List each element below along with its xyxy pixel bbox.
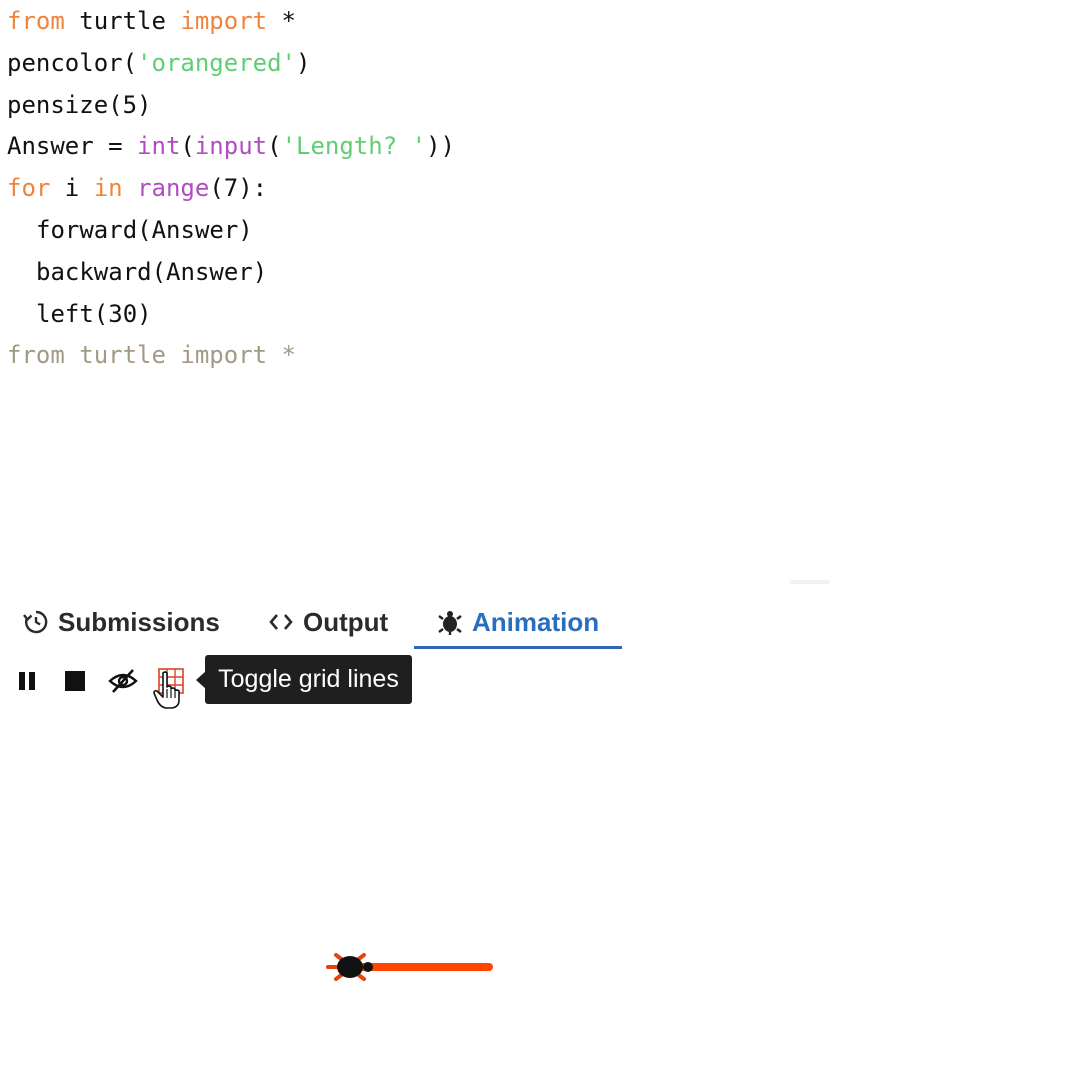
code-token: from: [7, 7, 65, 35]
turtle-canvas[interactable]: [0, 710, 1080, 1080]
code-editor[interactable]: from turtle import * pencolor('orangered'…: [7, 0, 827, 376]
tab-animation-label: Animation: [472, 606, 600, 637]
tab-output[interactable]: Output: [268, 596, 388, 648]
stop-icon: [65, 671, 85, 691]
code-token: i: [50, 174, 94, 203]
code-token: )): [426, 132, 455, 161]
tooltip: Toggle grid lines: [205, 655, 412, 704]
code-token: forward(Answer): [36, 215, 253, 244]
code-token: turtle: [64, 7, 181, 35]
tab-submissions-label: Submissions: [58, 606, 220, 637]
code-token: left(30): [36, 299, 152, 328]
eye-off-icon: [108, 669, 138, 693]
code-line: for i in range(7):: [7, 167, 827, 209]
code-token: import: [180, 7, 268, 35]
stop-button[interactable]: [58, 664, 92, 698]
active-tab-indicator: [414, 646, 622, 649]
turtle-icon: [326, 953, 373, 981]
pause-icon: [19, 672, 35, 690]
code-icon: [268, 609, 294, 635]
tab-bar: Submissions Output Animation: [0, 596, 640, 650]
code-token: from turtle import *: [7, 341, 296, 370]
code-token: in: [93, 174, 123, 203]
code-line: pensize(5): [7, 84, 827, 126]
hide-turtle-button[interactable]: [106, 664, 140, 698]
code-token: 'Length? ': [281, 132, 427, 161]
pause-button[interactable]: [10, 664, 44, 698]
code-token: input: [194, 132, 268, 161]
code-token: backward(Answer): [36, 257, 268, 286]
code-token: Answer =: [7, 132, 138, 161]
code-token: pensize(5): [7, 90, 152, 119]
code-line: Answer = int(input('Length? ')): [7, 125, 827, 167]
drawing-surface: [326, 953, 493, 981]
code-token: 'orangered': [137, 48, 296, 77]
code-line: forward(Answer): [7, 209, 827, 251]
history-icon: [23, 609, 49, 635]
code-line: from turtle import *: [7, 334, 827, 376]
turtle-icon: [437, 609, 463, 635]
tab-submissions[interactable]: Submissions: [23, 596, 220, 648]
code-token: (: [180, 132, 195, 161]
code-token: (: [267, 132, 282, 161]
resize-handle[interactable]: [790, 580, 830, 584]
code-line: pencolor('orangered'): [7, 42, 827, 84]
tab-animation[interactable]: Animation: [437, 596, 599, 648]
code-token: for: [7, 174, 51, 203]
tab-output-label: Output: [303, 606, 389, 637]
tooltip-text: Toggle grid lines: [218, 665, 399, 693]
code-token: int: [137, 132, 181, 161]
code-token: *: [267, 7, 296, 35]
code-token: range: [137, 174, 210, 203]
code-token: (7):: [209, 174, 268, 203]
code-line: from turtle import *: [7, 0, 827, 42]
code-token: ): [296, 48, 311, 77]
hand-pointer-cursor: [153, 671, 180, 709]
code-line: left(30): [7, 293, 827, 335]
code-token: pencolor(: [7, 48, 138, 77]
code-line: backward(Answer): [7, 251, 827, 293]
